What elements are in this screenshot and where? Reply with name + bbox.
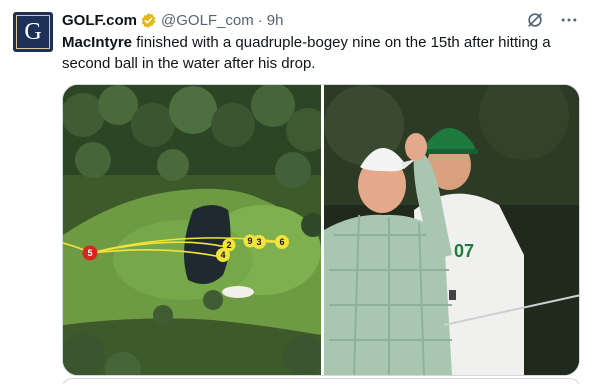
media-container[interactable]: 5 4 2 3 9 6 07 <box>62 84 580 376</box>
timestamp[interactable]: 9h <box>267 12 284 29</box>
svg-text:9: 9 <box>247 236 252 246</box>
svg-text:6: 6 <box>279 237 284 247</box>
mentioned-player: MacIntyre <box>62 34 133 51</box>
hole-map-image[interactable]: 5 4 2 3 9 6 <box>63 85 321 375</box>
golfer-photo[interactable]: 07 <box>324 85 579 375</box>
verified-badge-icon[interactable] <box>140 12 157 29</box>
svg-text:2: 2 <box>226 240 231 250</box>
header-actions <box>525 10 579 30</box>
hole-map-graphic: 5 4 2 3 9 6 <box>63 85 321 375</box>
handle[interactable]: @GOLF_com <box>161 12 254 29</box>
next-card-edge <box>62 378 580 384</box>
avatar-logo: G <box>16 15 50 49</box>
svg-text:4: 4 <box>220 250 225 260</box>
tweet[interactable]: G GOLF.com @GOLF_com · 9h MacIntyre fini… <box>0 0 591 384</box>
separator: · <box>257 11 263 29</box>
display-name[interactable]: GOLF.com <box>62 12 137 29</box>
tweet-text: MacIntyre finished with a quadruple-boge… <box>62 32 582 74</box>
tweet-body: finished with a quadruple-bogey nine on … <box>62 34 551 72</box>
svg-text:3: 3 <box>256 237 261 247</box>
svg-text:5: 5 <box>87 248 92 258</box>
more-icon[interactable] <box>559 10 579 30</box>
bib-number: 07 <box>454 241 474 261</box>
grok-icon[interactable] <box>525 10 545 30</box>
tweet-header: GOLF.com @GOLF_com · 9h <box>62 10 283 30</box>
golfer-photo-graphic: 07 <box>324 85 579 375</box>
avatar[interactable]: G <box>13 12 53 52</box>
